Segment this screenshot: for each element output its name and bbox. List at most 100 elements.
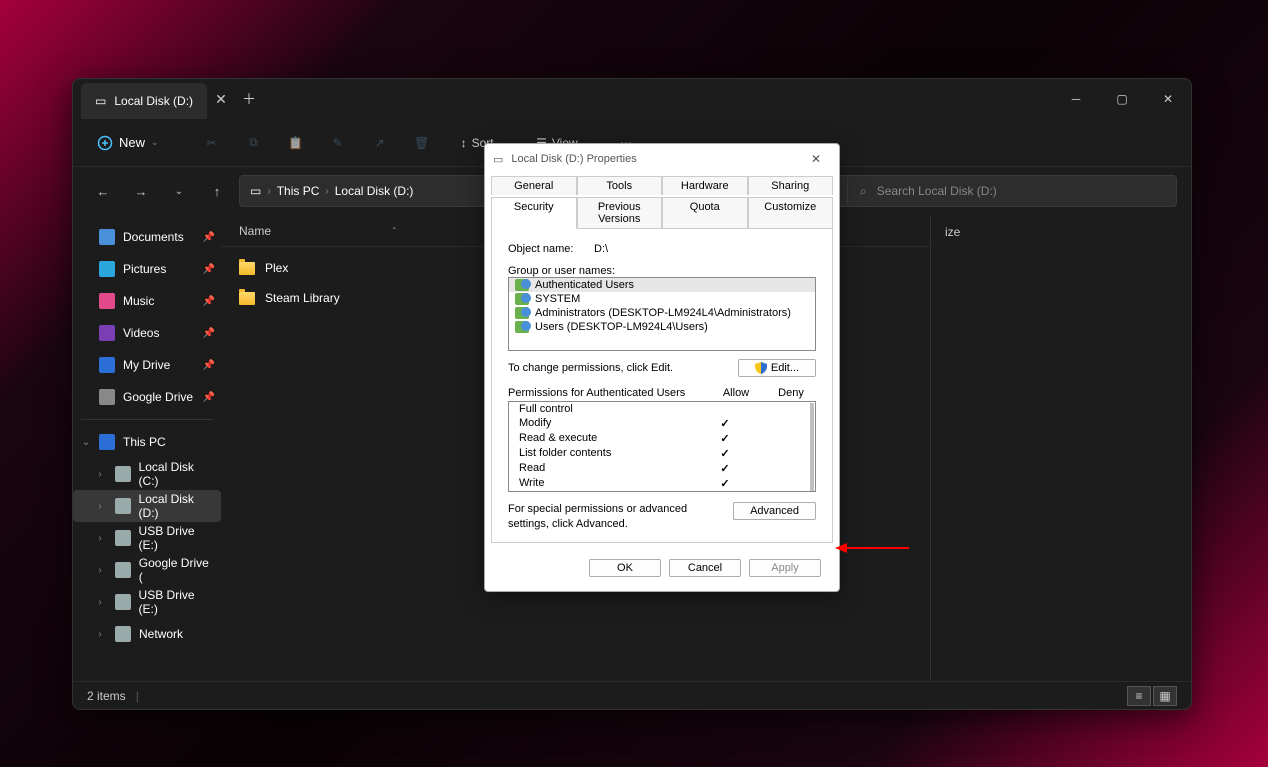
users-icon — [515, 321, 529, 333]
sidebar-item-google-drive-[interactable]: ›Google Drive ( — [73, 554, 221, 586]
sidebar-item-usb-drive-e-[interactable]: ›USB Drive (E:) — [73, 522, 221, 554]
chevron-right-icon: › — [325, 186, 328, 197]
tab-quota[interactable]: Quota — [662, 197, 748, 229]
gdrive-icon — [99, 389, 115, 405]
paste-icon[interactable]: 📋 — [277, 127, 315, 159]
tab-previous-versions[interactable]: Previous Versions — [577, 197, 663, 229]
group-label: Group or user names: — [508, 265, 816, 277]
up-button[interactable]: ↑ — [201, 175, 233, 207]
delete-icon[interactable]: 🗑 — [403, 127, 441, 159]
chevron-down-icon[interactable]: ⌄ — [79, 437, 93, 448]
sidebar-item-my-drive[interactable]: My Drive📌 — [73, 349, 221, 381]
minimize-button[interactable]: ─ — [1053, 83, 1099, 115]
sidebar-item-documents[interactable]: Documents📌 — [73, 221, 221, 253]
breadcrumb-local-disk-d[interactable]: Local Disk (D:) — [335, 184, 414, 198]
sort-caret-icon: ⌃ — [391, 226, 398, 235]
pin-icon[interactable]: 📌 — [203, 392, 215, 403]
advanced-button[interactable]: Advanced — [733, 502, 816, 520]
group-item[interactable]: Administrators (DESKTOP-LM924L4\Administ… — [509, 306, 815, 320]
ok-button[interactable]: OK — [589, 559, 661, 577]
folder-icon — [239, 262, 255, 275]
title-bar: ▭ Local Disk (D:) ✕ ＋ ─ ▢ ✕ — [73, 79, 1191, 119]
close-button[interactable]: ✕ — [1145, 83, 1191, 115]
tab-close-button[interactable]: ✕ — [207, 85, 235, 113]
tab-hardware[interactable]: Hardware — [662, 176, 748, 195]
share-icon[interactable]: ↗ — [361, 127, 399, 159]
chevron-right-icon[interactable]: › — [93, 533, 107, 544]
sidebar-item-videos[interactable]: Videos📌 — [73, 317, 221, 349]
allow-check: ✓ — [695, 432, 755, 445]
permissions-list[interactable]: Full controlModify✓Read & execute✓List f… — [508, 401, 816, 492]
edit-button[interactable]: Edit... — [738, 359, 816, 377]
new-tab-button[interactable]: ＋ — [235, 85, 263, 113]
group-item[interactable]: Users (DESKTOP-LM924L4\Users) — [509, 320, 815, 334]
details-header: ize — [945, 225, 960, 239]
cut-icon[interactable]: ✂ — [193, 127, 231, 159]
pin-icon[interactable]: 📌 — [203, 328, 215, 339]
permission-row: Write✓ — [509, 476, 815, 491]
dialog-title: Local Disk (D:) Properties — [511, 153, 636, 165]
apply-button[interactable]: Apply — [749, 559, 821, 577]
sidebar-this-pc[interactable]: ⌄ This PC — [73, 426, 221, 458]
tab-general[interactable]: General — [491, 176, 577, 195]
view-details-button[interactable]: ≡ — [1127, 686, 1151, 706]
sidebar-item-music[interactable]: Music📌 — [73, 285, 221, 317]
sidebar-item-local-disk-d-[interactable]: ›Local Disk (D:) — [73, 490, 221, 522]
column-name[interactable]: Name — [239, 224, 271, 238]
deny-check — [755, 403, 805, 415]
drive-icon — [99, 357, 115, 373]
tab-local-disk-d[interactable]: ▭ Local Disk (D:) — [81, 83, 207, 119]
copy-icon[interactable]: ⧉ — [235, 127, 273, 159]
search-input[interactable]: ⌕ Search Local Disk (D:) — [847, 175, 1177, 207]
recent-button[interactable]: ⌄ — [163, 175, 195, 207]
cancel-button[interactable]: Cancel — [669, 559, 741, 577]
chevron-right-icon[interactable]: › — [93, 629, 107, 640]
maximize-button[interactable]: ▢ — [1099, 83, 1145, 115]
allow-check: ✓ — [695, 417, 755, 430]
new-button[interactable]: New ⌄ — [87, 131, 169, 155]
sidebar-item-google-drive[interactable]: Google Drive📌 — [73, 381, 221, 413]
sidebar: Documents📌Pictures📌Music📌Videos📌My Drive… — [73, 215, 221, 681]
chevron-right-icon[interactable]: › — [93, 597, 107, 608]
users-icon — [515, 307, 529, 319]
breadcrumb-this-pc[interactable]: This PC — [277, 184, 320, 198]
shield-icon — [755, 362, 767, 374]
view-icons-button[interactable]: ▦ — [1153, 686, 1177, 706]
group-item[interactable]: SYSTEM — [509, 292, 815, 306]
dialog-title-bar[interactable]: ▭ Local Disk (D:) Properties ✕ — [485, 144, 839, 174]
scrollbar[interactable] — [810, 403, 814, 491]
music-icon — [99, 293, 115, 309]
pin-icon[interactable]: 📌 — [203, 264, 215, 275]
pin-icon[interactable]: 📌 — [203, 360, 215, 371]
chevron-right-icon[interactable]: › — [93, 501, 107, 512]
chevron-down-icon: ⌄ — [151, 137, 159, 148]
forward-button[interactable]: → — [125, 175, 157, 207]
tab-tools[interactable]: Tools — [577, 176, 663, 195]
tab-sharing[interactable]: Sharing — [748, 176, 834, 195]
object-name-label: Object name: — [508, 243, 582, 255]
back-button[interactable]: ← — [87, 175, 119, 207]
group-item[interactable]: Authenticated Users — [509, 278, 815, 292]
dialog-close-button[interactable]: ✕ — [801, 152, 831, 166]
chevron-right-icon[interactable]: › — [93, 565, 107, 576]
pin-icon[interactable]: 📌 — [203, 296, 215, 307]
status-bar: 2 items | ≡ ▦ — [73, 681, 1191, 709]
sidebar-item-usb-drive-e-[interactable]: ›USB Drive (E:) — [73, 586, 221, 618]
permission-row: Modify✓ — [509, 416, 815, 431]
rename-icon[interactable]: ✎ — [319, 127, 357, 159]
sidebar-item-network[interactable]: ›Network — [73, 618, 221, 650]
chevron-right-icon[interactable]: › — [93, 469, 107, 480]
drive-icon — [115, 562, 131, 578]
perm-header: Permissions for Authenticated Users — [508, 387, 706, 399]
drive-icon — [115, 626, 131, 642]
doc-icon — [99, 229, 115, 245]
tabs-top: GeneralToolsHardwareSharing — [485, 174, 839, 195]
sidebar-item-local-disk-c-[interactable]: ›Local Disk (C:) — [73, 458, 221, 490]
tab-customize[interactable]: Customize — [748, 197, 834, 229]
group-list[interactable]: Authenticated UsersSYSTEMAdministrators … — [508, 277, 816, 351]
pin-icon[interactable]: 📌 — [203, 232, 215, 243]
permission-row: Read✓ — [509, 461, 815, 476]
sidebar-item-pictures[interactable]: Pictures📌 — [73, 253, 221, 285]
tab-security[interactable]: Security — [491, 197, 577, 229]
deny-check — [755, 432, 805, 445]
